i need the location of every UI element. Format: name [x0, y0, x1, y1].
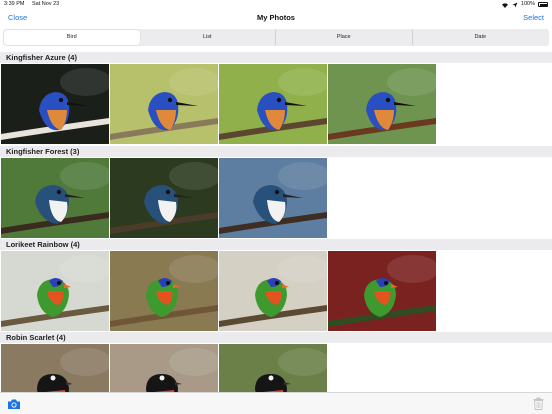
wifi-icon — [501, 3, 508, 8]
photo-thumbnail[interactable] — [328, 64, 436, 144]
photo-thumbnail[interactable] — [219, 64, 327, 144]
photo-thumbnail[interactable] — [328, 251, 436, 331]
status-date: Sat Nov 23 — [32, 1, 60, 7]
photo-thumbnail[interactable] — [219, 158, 327, 238]
photo-thumbnail[interactable] — [1, 158, 109, 238]
section-header: Kingfisher Forest (3) — [0, 146, 552, 157]
section-header: Robin Scarlet (4) — [0, 332, 552, 343]
location-icon — [512, 2, 518, 7]
photo-thumbnail[interactable] — [110, 158, 218, 238]
select-button[interactable]: Select — [523, 13, 544, 22]
trash-icon[interactable] — [533, 397, 544, 410]
battery-icon — [538, 2, 548, 7]
photo-thumbnail[interactable] — [1, 251, 109, 331]
navigation-bar: Close My Photos Select — [0, 9, 552, 29]
status-right: 100% — [501, 0, 548, 9]
segment-date[interactable]: Date — [411, 30, 549, 45]
bottom-toolbar — [0, 392, 552, 414]
segment-place[interactable]: Place — [275, 30, 412, 45]
segment-bird[interactable]: Bird — [4, 30, 140, 45]
photo-thumbnail[interactable] — [110, 251, 218, 331]
status-bar: 3:39 PM Sat Nov 23 100% — [0, 0, 552, 9]
battery-percent: 100% — [520, 1, 535, 7]
camera-icon[interactable] — [7, 398, 21, 410]
status-left: 3:39 PM Sat Nov 23 — [4, 0, 65, 9]
photo-thumbnail[interactable] — [1, 64, 109, 144]
section-header: Lorikeet Rainbow (4) — [0, 239, 552, 250]
page-title: My Photos — [257, 13, 295, 22]
photo-thumbnail[interactable] — [110, 64, 218, 144]
section-header: Kingfisher Azure (4) — [0, 52, 552, 63]
status-time: 3:39 PM — [4, 1, 25, 7]
segment-list[interactable]: List — [140, 30, 276, 45]
segmented-control: Bird List Place Date — [3, 29, 549, 46]
photo-thumbnail[interactable] — [219, 251, 327, 331]
